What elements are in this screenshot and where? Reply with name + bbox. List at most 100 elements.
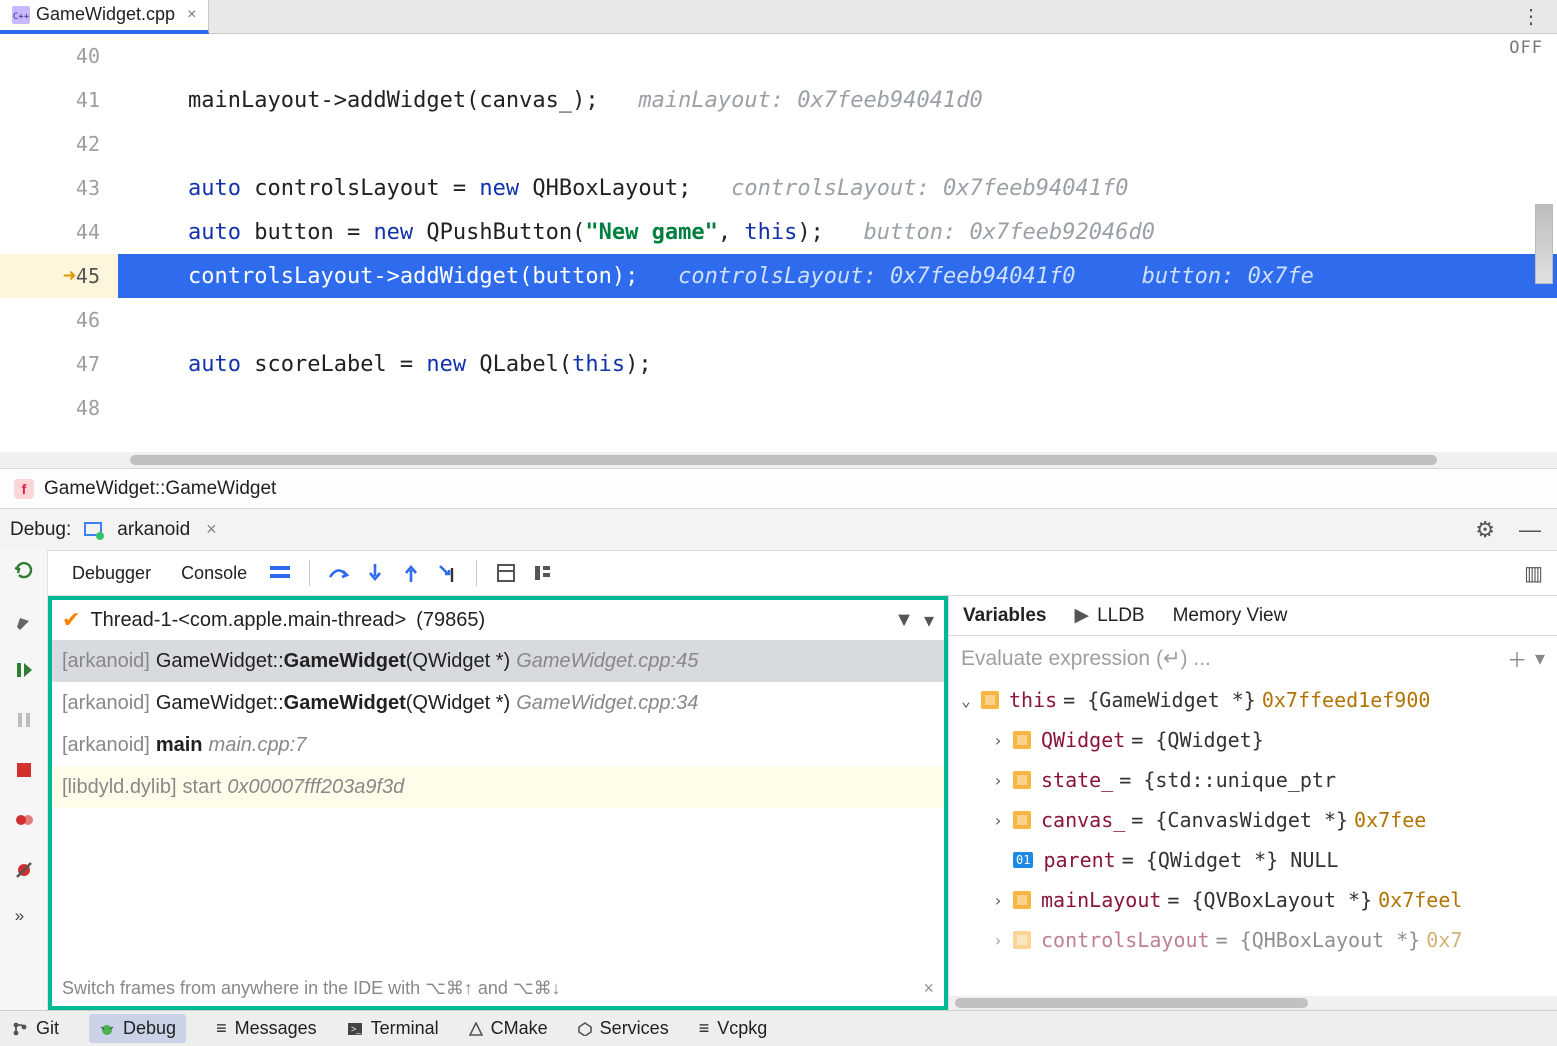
field-icon xyxy=(1013,731,1031,749)
terminal-icon: >_ xyxy=(347,1022,363,1036)
line-number: 43 xyxy=(0,166,118,210)
variables-tree[interactable]: ⌄this = {GameWidget *} 0x7ffeed1ef900›QW… xyxy=(949,680,1557,996)
settings-icon[interactable]: ⚙ xyxy=(1469,517,1501,543)
variables-horizontal-scrollbar[interactable] xyxy=(949,996,1557,1010)
field-icon xyxy=(1013,771,1031,789)
thread-view-icon[interactable] xyxy=(263,556,297,590)
terminal-tool-window-button[interactable]: >_Terminal xyxy=(347,1018,439,1039)
step-out-icon[interactable] xyxy=(394,556,428,590)
inspections-off-badge[interactable]: OFF xyxy=(1509,38,1543,58)
filter-icon[interactable]: ▼ xyxy=(894,609,914,632)
status-bar: Git Debug ≡Messages >_Terminal CMake Ser… xyxy=(0,1010,1557,1046)
stop-icon[interactable] xyxy=(10,756,38,784)
vcpkg-tool-window-button[interactable]: ≡Vcpkg xyxy=(699,1018,768,1039)
step-over-icon[interactable] xyxy=(322,556,356,590)
variable-node[interactable]: ›controlsLayout = {QHBoxLayout *} 0x7 xyxy=(949,920,1557,960)
variable-node[interactable]: ›state_ = {std::unique_ptr xyxy=(949,760,1557,800)
variable-node[interactable]: ⌄this = {GameWidget *} 0x7ffeed1ef900 xyxy=(949,680,1557,720)
lldb-tab[interactable]: ▶LLDB xyxy=(1074,604,1144,627)
add-watch-icon[interactable]: ＋ xyxy=(1507,644,1527,673)
file-tab-gamewidget[interactable]: C++ GameWidget.cpp × xyxy=(0,0,209,34)
watch-options-icon[interactable]: ▾ xyxy=(1535,646,1545,671)
code-editor[interactable]: 40 41 42 43 44 ➜45 46 47 48 OFF mainLayo… xyxy=(0,34,1557,452)
code-area[interactable]: OFF mainLayout->addWidget(canvas_); main… xyxy=(118,34,1557,452)
debug-tool-window-button[interactable]: Debug xyxy=(89,1014,186,1043)
close-session-icon[interactable]: × xyxy=(206,519,217,540)
pause-icon[interactable] xyxy=(10,706,38,734)
stack-frame[interactable]: [libdyld.dylib] start 0x00007fff203a9f3d xyxy=(52,766,944,808)
tree-twisty-icon[interactable]: › xyxy=(989,811,1007,830)
frames-hint: Switch frames from anywhere in the IDE w… xyxy=(52,970,944,1006)
variable-node[interactable]: ›canvas_ = {CanvasWidget *} 0x7fee xyxy=(949,800,1557,840)
frames-panel: ✔ Thread-1-<com.apple.main-thread> (7986… xyxy=(48,596,948,1010)
services-icon xyxy=(578,1022,592,1036)
messages-tool-window-button[interactable]: ≡Messages xyxy=(216,1018,317,1039)
step-into-icon[interactable] xyxy=(358,556,392,590)
thread-selector[interactable]: ✔ Thread-1-<com.apple.main-thread> (7986… xyxy=(52,600,944,640)
variables-panel: Variables ▶LLDB Memory View Evaluate exp… xyxy=(948,596,1557,1010)
thread-dropdown-icon[interactable]: ▾ xyxy=(924,608,934,633)
cmake-tool-window-button[interactable]: CMake xyxy=(469,1018,548,1039)
view-breakpoints-icon[interactable] xyxy=(10,806,38,834)
stack-frame[interactable]: [arkanoid] main main.cpp:7 xyxy=(52,724,944,766)
variables-tab[interactable]: Variables xyxy=(963,605,1046,627)
memory-view-tab[interactable]: Memory View xyxy=(1173,605,1288,627)
tree-twisty-icon[interactable]: › xyxy=(989,891,1007,910)
run-to-cursor-icon[interactable] xyxy=(430,556,464,590)
svg-text:C++: C++ xyxy=(13,12,30,22)
minimap[interactable] xyxy=(1535,204,1553,284)
resume-icon[interactable] xyxy=(10,656,38,684)
evaluate-expression-icon[interactable] xyxy=(489,556,523,590)
debugger-tab[interactable]: Debugger xyxy=(58,557,165,590)
editor-horizontal-scrollbar[interactable] xyxy=(0,452,1557,468)
field-icon xyxy=(1013,811,1031,829)
rerun-icon[interactable] xyxy=(10,556,38,584)
svg-text:>_: >_ xyxy=(351,1024,362,1034)
mute-breakpoints-icon[interactable] xyxy=(10,856,38,884)
cmake-icon xyxy=(469,1022,483,1036)
variable-node[interactable]: ›mainLayout = {QVBoxLayout *} 0x7feel xyxy=(949,880,1557,920)
line-number: 46 xyxy=(0,298,118,342)
variable-node[interactable]: ›QWidget = {QWidget} xyxy=(949,720,1557,760)
close-tab-icon[interactable]: × xyxy=(187,6,196,24)
line-number: 40 xyxy=(0,34,118,78)
services-tool-window-button[interactable]: Services xyxy=(578,1018,669,1039)
dismiss-hint-icon[interactable]: × xyxy=(923,978,934,999)
tab-options-icon[interactable]: ⋮ xyxy=(1505,4,1557,29)
bug-icon xyxy=(99,1021,115,1037)
evaluate-expression-input[interactable]: Evaluate expression (↵) ... ＋ ▾ xyxy=(949,636,1557,680)
line-number-current: ➜45 xyxy=(0,254,118,298)
layout-settings-icon[interactable]: ▥ xyxy=(1524,561,1557,586)
stack-frame[interactable]: [arkanoid] GameWidget::GameWidget(QWidge… xyxy=(52,640,944,682)
tree-twisty-icon[interactable]: › xyxy=(989,931,1007,950)
more-icon[interactable]: » xyxy=(15,906,32,926)
editor-tabs: C++ GameWidget.cpp × ⋮ xyxy=(0,0,1557,34)
tree-twisty-icon[interactable]: ⌄ xyxy=(957,691,975,710)
git-tool-window-button[interactable]: Git xyxy=(12,1018,59,1039)
stack-frame[interactable]: [arkanoid] GameWidget::GameWidget(QWidge… xyxy=(52,682,944,724)
field-icon xyxy=(1013,931,1031,949)
debug-tool-window-header: Debug: arkanoid × ⚙ — xyxy=(0,508,1557,550)
execution-pointer-icon: ➜ xyxy=(63,264,76,289)
debug-body: » Debugger Console xyxy=(0,550,1557,1010)
variable-node[interactable]: 01parent = {QWidget *} NULL xyxy=(949,840,1557,880)
breadcrumb[interactable]: f GameWidget::GameWidget xyxy=(0,468,1557,508)
cpp-file-icon: C++ xyxy=(12,6,30,24)
messages-icon: ≡ xyxy=(216,1018,227,1039)
tree-twisty-icon[interactable]: › xyxy=(989,731,1007,750)
breadcrumb-text: GameWidget::GameWidget xyxy=(44,478,276,500)
field-icon xyxy=(981,691,999,709)
run-config-name[interactable]: arkanoid xyxy=(117,519,190,541)
minimize-icon[interactable]: — xyxy=(1513,517,1547,543)
debug-label: Debug: xyxy=(10,519,71,541)
console-tab[interactable]: Console xyxy=(167,557,261,590)
modify-run-config-icon[interactable] xyxy=(10,606,38,634)
line-number: 44 xyxy=(0,210,118,254)
gutter: 40 41 42 43 44 ➜45 46 47 48 xyxy=(0,34,118,452)
field-icon xyxy=(1013,891,1031,909)
line-number: 42 xyxy=(0,122,118,166)
line-number: 41 xyxy=(0,78,118,122)
vcpkg-icon: ≡ xyxy=(699,1018,710,1039)
trace-icon[interactable] xyxy=(525,556,559,590)
tree-twisty-icon[interactable]: › xyxy=(989,771,1007,790)
